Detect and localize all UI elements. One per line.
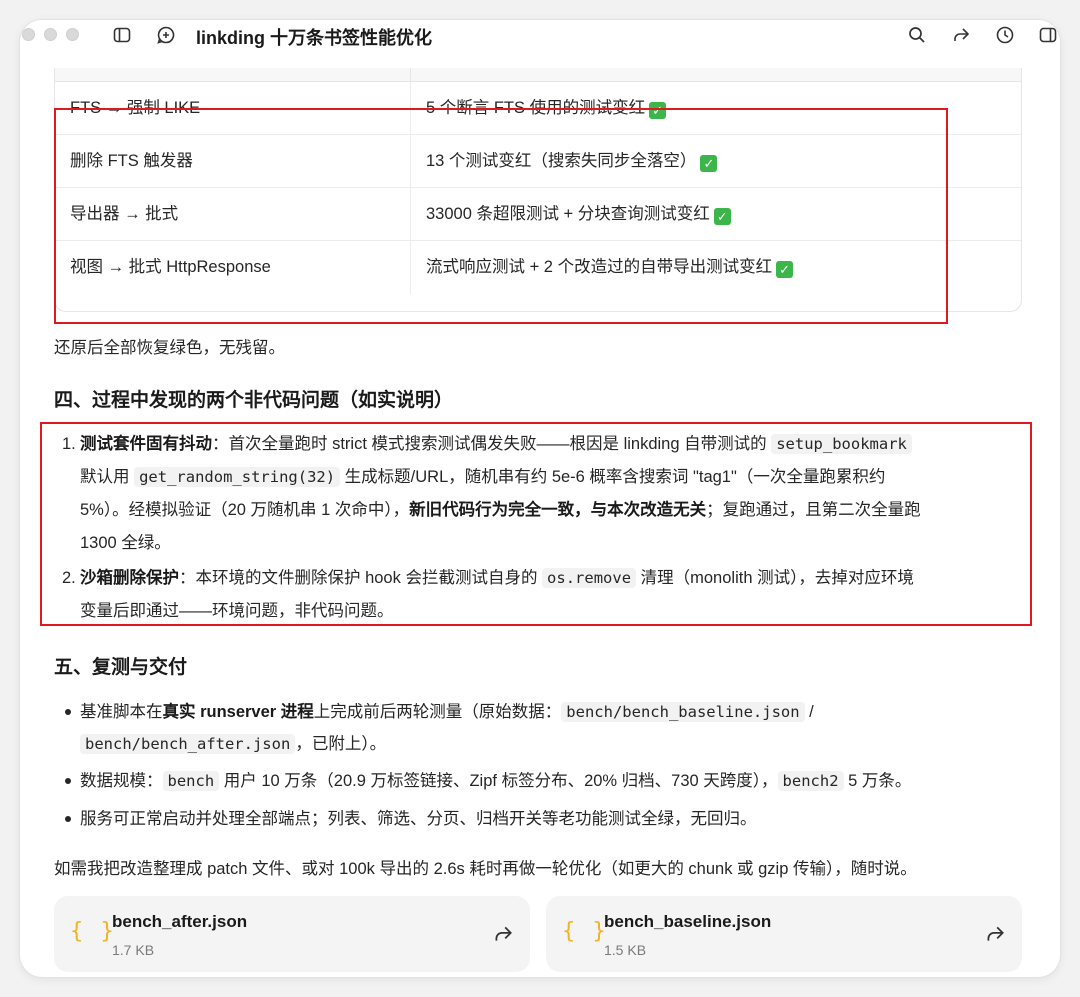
title-bar: linkding 十万条书签性能优化: [20, 20, 1060, 50]
json-file-icon: { }: [562, 919, 608, 944]
inline-code: bench/bench_after.json: [80, 734, 296, 754]
attachment-card[interactable]: { } bench_baseline.json 1.5 KB: [546, 896, 1022, 972]
attachment-name: bench_after.json: [112, 912, 248, 931]
inline-code: bench: [162, 771, 220, 791]
share-icon[interactable]: [949, 23, 973, 47]
attachment-name: bench_baseline.json: [604, 912, 772, 931]
new-chat-icon[interactable]: [154, 23, 178, 47]
window-title: linkding 十万条书签性能优化: [196, 28, 432, 48]
closing-text: 如需我把改造整理成 patch 文件、或对 100k 导出的 2.6s 耗时再做…: [54, 860, 917, 878]
attachment-size: 1.5 KB: [604, 942, 647, 958]
minimize-window-button[interactable]: [44, 28, 57, 41]
bullet-icon: [65, 816, 71, 822]
share-icon[interactable]: [984, 923, 1006, 945]
section-heading: 四、过程中发现的两个非代码问题（如实说明）: [54, 390, 454, 411]
zoom-window-button[interactable]: [66, 28, 79, 41]
section-heading: 五、复测与交付: [54, 657, 188, 678]
highlight-box-issues: [40, 422, 1032, 626]
sidebar-toggle-icon[interactable]: [110, 23, 134, 47]
close-window-button[interactable]: [22, 28, 35, 41]
bullet-icon: [65, 778, 71, 784]
search-icon[interactable]: [905, 23, 929, 47]
panel-toggle-icon[interactable]: [1036, 23, 1060, 47]
app-window: linkding 十万条书签性能优化 FTS → 强制 LIKE 5 个断言 F…: [20, 20, 1060, 977]
list-item: 数据规模： bench 用户 10 万条（20.9 万标签链接、Zipf 标签分布…: [62, 765, 1022, 797]
list-item: 基准脚本在真实 runserver 进程上完成前后两轮测量（原始数据： bench…: [62, 696, 1022, 760]
attachment-size: 1.7 KB: [112, 942, 155, 958]
json-file-icon: { }: [70, 919, 116, 944]
inline-code: bench2: [777, 771, 844, 791]
share-icon[interactable]: [492, 923, 514, 945]
list-item: 服务可正常启动并处理全部端点；列表、筛选、分页、归档开关等老功能测试全绿，无回归…: [62, 803, 1022, 835]
history-clock-icon[interactable]: [993, 23, 1017, 47]
inline-code: bench/bench_baseline.json: [561, 702, 805, 722]
bullet-icon: [65, 709, 71, 715]
attachment-card[interactable]: { } bench_after.json 1.7 KB: [54, 896, 530, 972]
highlight-box-table: [54, 108, 948, 324]
table-header: [55, 68, 1021, 82]
after-table-text: 还原后全部恢复绿色，无残留。: [54, 339, 285, 357]
